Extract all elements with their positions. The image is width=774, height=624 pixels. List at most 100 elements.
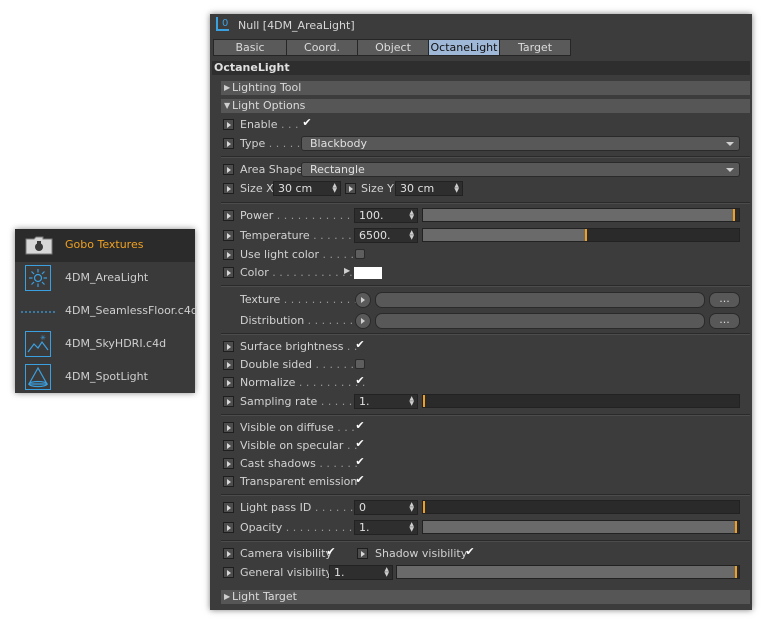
divider bbox=[221, 156, 750, 158]
row-color: Color . . . . . . . . . . . . . ▶ bbox=[221, 264, 750, 282]
row-area-shape: Area Shape Rectangle bbox=[221, 161, 750, 179]
tab-object[interactable]: Object bbox=[357, 39, 429, 56]
list-item-spot-light[interactable]: 4DM_SpotLight bbox=[15, 361, 195, 394]
opacity-input[interactable]: 1. ▲ ▼ bbox=[354, 520, 418, 535]
keyframe-icon[interactable] bbox=[223, 359, 234, 370]
spinner-icon[interactable]: ▲ ▼ bbox=[409, 502, 414, 513]
group-light-options[interactable]: ▼ Light Options bbox=[221, 99, 750, 113]
keyframe-icon[interactable] bbox=[223, 210, 234, 221]
double-sided-checkbox[interactable] bbox=[355, 359, 365, 369]
keyframe-icon[interactable] bbox=[223, 422, 234, 433]
keyframe-icon[interactable] bbox=[223, 377, 234, 388]
list-item-seamless-floor[interactable]: 4DM_SeamlessFloor.c4d bbox=[15, 295, 198, 328]
keyframe-icon[interactable] bbox=[223, 567, 234, 578]
spinner-icon[interactable]: ▲ ▼ bbox=[409, 230, 414, 241]
field-label: General visibility bbox=[240, 566, 333, 579]
field-label: Sampling rate bbox=[240, 395, 318, 408]
keyframe-icon[interactable] bbox=[345, 183, 356, 194]
distribution-link-button[interactable] bbox=[355, 313, 371, 329]
spinner-icon[interactable]: ▲ ▼ bbox=[454, 183, 459, 194]
list-item-label: 4DM_SkyHDRI.c4d bbox=[65, 337, 167, 350]
size-y-input[interactable]: 30 cm ▲ ▼ bbox=[395, 181, 463, 196]
keyframe-icon[interactable] bbox=[223, 341, 234, 352]
general-visibility-slider[interactable] bbox=[396, 565, 740, 579]
spinner-icon[interactable]: ▲ ▼ bbox=[332, 183, 337, 194]
use-light-color-checkbox[interactable] bbox=[355, 249, 365, 259]
list-item-label: 4DM_AreaLight bbox=[65, 271, 149, 284]
row-type: Type . . . . . Blackbody bbox=[221, 135, 750, 153]
general-visibility-input[interactable]: 1. ▲ ▼ bbox=[329, 565, 393, 580]
power-input[interactable]: 100. ▲ ▼ bbox=[354, 208, 418, 223]
list-item-area-light[interactable]: 4DM_AreaLight bbox=[15, 262, 195, 295]
field-label: Double sided bbox=[240, 358, 312, 371]
divider bbox=[221, 494, 750, 496]
surface-brightness-checkbox[interactable]: ✔ bbox=[354, 339, 366, 351]
keyframe-icon[interactable] bbox=[223, 119, 234, 130]
group-lighting-tool[interactable]: ▶ Lighting Tool bbox=[221, 81, 750, 95]
sampling-rate-slider[interactable] bbox=[422, 394, 740, 408]
normalize-checkbox[interactable]: ✔ bbox=[354, 375, 366, 387]
spinner-icon[interactable]: ▲ ▼ bbox=[409, 210, 414, 221]
size-x-input[interactable]: 30 cm ▲ ▼ bbox=[273, 181, 341, 196]
temperature-input[interactable]: 6500. ▲ ▼ bbox=[354, 228, 418, 243]
keyframe-icon[interactable] bbox=[223, 230, 234, 241]
floor-icon bbox=[21, 298, 57, 324]
type-dropdown[interactable]: Blackbody bbox=[301, 136, 740, 151]
keyframe-icon[interactable] bbox=[223, 249, 234, 260]
null-object-icon: 0 bbox=[215, 16, 231, 32]
texture-link-button[interactable] bbox=[355, 292, 371, 308]
row-surface-brightness: Surface brightness . . ✔ bbox=[221, 338, 750, 356]
transparent-emission-checkbox[interactable]: ✔ bbox=[354, 474, 366, 486]
shadow-visibility-checkbox[interactable]: ✔ bbox=[464, 546, 476, 558]
texture-link-field[interactable] bbox=[375, 292, 705, 308]
visible-on-diffuse-checkbox[interactable]: ✔ bbox=[354, 420, 366, 432]
field-label: Visible on diffuse bbox=[240, 421, 334, 434]
distribution-more-button[interactable]: ... bbox=[709, 313, 740, 329]
group-light-target[interactable]: ▶ Light Target bbox=[221, 590, 750, 604]
row-visibility: Camera visibility ✔ Shadow visibility ✔ bbox=[221, 545, 750, 563]
keyframe-icon[interactable] bbox=[223, 548, 234, 559]
row-power: Power . . . . . . . . . . . . 100. ▲ ▼ bbox=[221, 207, 750, 225]
spinner-icon[interactable]: ▲ ▼ bbox=[409, 396, 414, 407]
keyframe-icon[interactable] bbox=[223, 267, 234, 278]
power-slider[interactable] bbox=[422, 208, 740, 222]
keyframe-icon[interactable] bbox=[223, 476, 234, 487]
field-label: Surface brightness bbox=[240, 340, 344, 353]
tab-basic[interactable]: Basic bbox=[213, 39, 287, 56]
sampling-rate-input[interactable]: 1. ▲ ▼ bbox=[354, 394, 418, 409]
keyframe-icon[interactable] bbox=[223, 440, 234, 451]
temperature-slider[interactable] bbox=[422, 228, 740, 242]
distribution-link-field[interactable] bbox=[375, 313, 705, 329]
tab-target[interactable]: Target bbox=[499, 39, 571, 56]
light-pass-id-input[interactable]: 0 ▲ ▼ bbox=[354, 500, 418, 515]
field-label: Use light color bbox=[240, 248, 320, 261]
texture-more-button[interactable]: ... bbox=[709, 292, 740, 308]
field-label: Color bbox=[240, 266, 269, 279]
keyframe-icon[interactable] bbox=[357, 548, 368, 559]
spinner-icon[interactable]: ▲ ▼ bbox=[384, 567, 389, 578]
spinner-icon[interactable]: ▲ ▼ bbox=[409, 522, 414, 533]
row-size: Size X 30 cm ▲ ▼ Size Y 30 cm ▲ ▼ bbox=[221, 180, 750, 198]
tab-coord[interactable]: Coord. bbox=[286, 39, 358, 56]
enable-checkbox[interactable]: ✔ bbox=[301, 117, 313, 129]
area-light-icon bbox=[25, 265, 51, 291]
keyframe-icon[interactable] bbox=[223, 183, 234, 194]
expand-arrow-icon[interactable]: ▶ bbox=[344, 266, 350, 275]
keyframe-icon[interactable] bbox=[223, 164, 234, 175]
tab-octanelight[interactable]: OctaneLight bbox=[428, 39, 500, 56]
list-item-sky-hdri[interactable]: ✳ 4DM_SkyHDRI.c4d bbox=[15, 328, 195, 361]
keyframe-icon[interactable] bbox=[223, 502, 234, 513]
camera-visibility-checkbox[interactable]: ✔ bbox=[325, 546, 337, 558]
area-shape-dropdown[interactable]: Rectangle bbox=[301, 162, 740, 177]
list-item-gobo-textures[interactable]: Gobo Textures bbox=[15, 229, 195, 262]
visible-on-specular-checkbox[interactable]: ✔ bbox=[354, 438, 366, 450]
keyframe-icon[interactable] bbox=[223, 522, 234, 533]
field-label: Camera visibility bbox=[240, 547, 332, 560]
light-pass-id-slider[interactable] bbox=[422, 500, 740, 514]
keyframe-icon[interactable] bbox=[223, 396, 234, 407]
color-swatch[interactable] bbox=[354, 267, 382, 279]
cast-shadows-checkbox[interactable]: ✔ bbox=[354, 456, 366, 468]
keyframe-icon[interactable] bbox=[223, 138, 234, 149]
keyframe-icon[interactable] bbox=[223, 458, 234, 469]
opacity-slider[interactable] bbox=[422, 520, 740, 534]
